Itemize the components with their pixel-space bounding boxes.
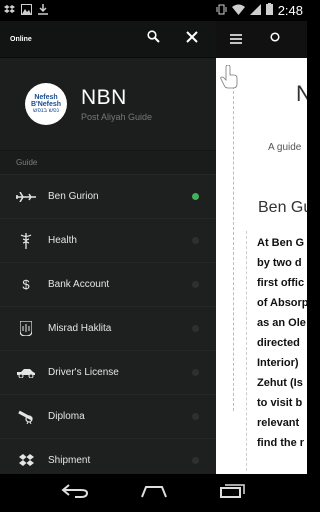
car-icon [16,365,36,381]
status-dot [192,369,199,376]
nav-item-label: Ben Gurion [48,191,99,202]
body-line: Zehut (Is [257,377,303,389]
status-bar: 2:48 [0,0,307,21]
vibrate-icon [216,3,227,18]
dropbox-icon [16,453,36,469]
search-icon[interactable] [147,30,160,48]
status-dot [192,325,199,332]
clock-time: 2:48 [277,3,303,18]
online-status: Online [10,35,32,43]
body-line: Interior) [257,357,299,369]
diploma-icon [16,409,36,425]
nav-item-label: Bank Account [48,279,110,290]
status-dot [192,237,199,244]
emblem-icon [16,321,36,337]
dropbox-icon [4,2,15,20]
nav-item-health[interactable]: Health [0,218,216,262]
caduceus-icon [16,232,36,249]
drawer-top-bar: Online [0,21,216,58]
nav-item-label: Misrad Haklita [48,323,112,334]
status-dot [192,413,199,420]
download-icon [38,2,48,20]
page-subtitle-partial: A guide [268,142,302,153]
body-line: relevant [257,417,300,429]
status-dot [192,281,199,288]
timeline-line-inner [246,231,247,471]
menu-icon[interactable] [230,31,242,49]
body-line: At Ben G [257,237,305,249]
logo-text-line: B'Nefesh [30,100,62,108]
body-line: to visit b [257,397,303,409]
navigation-drawer: Online Nefesh B'Nefesh נפש בנפש NBN Post… [0,21,216,474]
close-icon[interactable] [186,30,198,48]
app-name: NBN [81,86,127,109]
nav-item-label: Health [48,235,77,246]
recents-icon[interactable] [220,483,246,503]
nav-item-ben-gurion[interactable]: Ben Gurion [0,174,216,218]
main-content: N A guide Ben Gu At Ben G by two d first… [216,21,307,474]
section-title-partial: Ben Gu [258,199,307,216]
body-line: of Absorp [257,297,307,309]
swipe-hand-icon [220,64,238,94]
nav-item-shipment[interactable]: Shipment [0,438,216,474]
logo-text-line: נפש בנפש [32,107,59,114]
section-label: Guide [0,150,216,174]
page-title-partial: N [296,81,307,106]
body-line: find the r [257,437,305,449]
drawer-header: Nefesh B'Nefesh נפש בנפש NBN Post Aliyah… [0,58,216,150]
main-top-bar [216,21,307,58]
system-nav-bar [0,474,307,512]
nav-item-label: Shipment [48,455,91,466]
body-line: by two d [257,257,302,269]
image-icon [21,2,32,20]
nav-item-drivers-license[interactable]: Driver's License [0,350,216,394]
body-text-partial: At Ben G by two d first offic of Absorp … [257,233,307,453]
battery-icon [265,3,273,18]
status-dot [192,457,199,464]
nav-item-label: Diploma [48,411,85,422]
back-icon[interactable] [61,483,89,503]
guide-nav-list: Ben Gurion Health $ Bank Account Misrad … [0,174,216,474]
nav-item-bank-account[interactable]: $ Bank Account [0,262,216,306]
nav-item-label: Driver's License [48,367,119,378]
signal-icon [249,3,261,18]
logo-text-line: Nefesh [34,93,58,101]
nav-item-diploma[interactable]: Diploma [0,394,216,438]
body-line: directed [257,337,300,349]
dollar-icon: $ [22,277,30,292]
nefesh-bnefesh-logo: Nefesh B'Nefesh נפש בנפש [25,83,67,125]
timeline-line [233,81,234,411]
home-icon[interactable] [140,484,168,503]
nav-item-misrad-haklita[interactable]: Misrad Haklita [0,306,216,350]
body-line: first offic [257,277,305,289]
airplane-icon [16,189,36,205]
body-line: as an Ole [257,317,306,329]
app-tagline: Post Aliyah Guide [81,112,153,122]
wifi-icon [231,3,245,18]
status-dot [192,193,199,200]
search-icon[interactable] [270,31,282,49]
